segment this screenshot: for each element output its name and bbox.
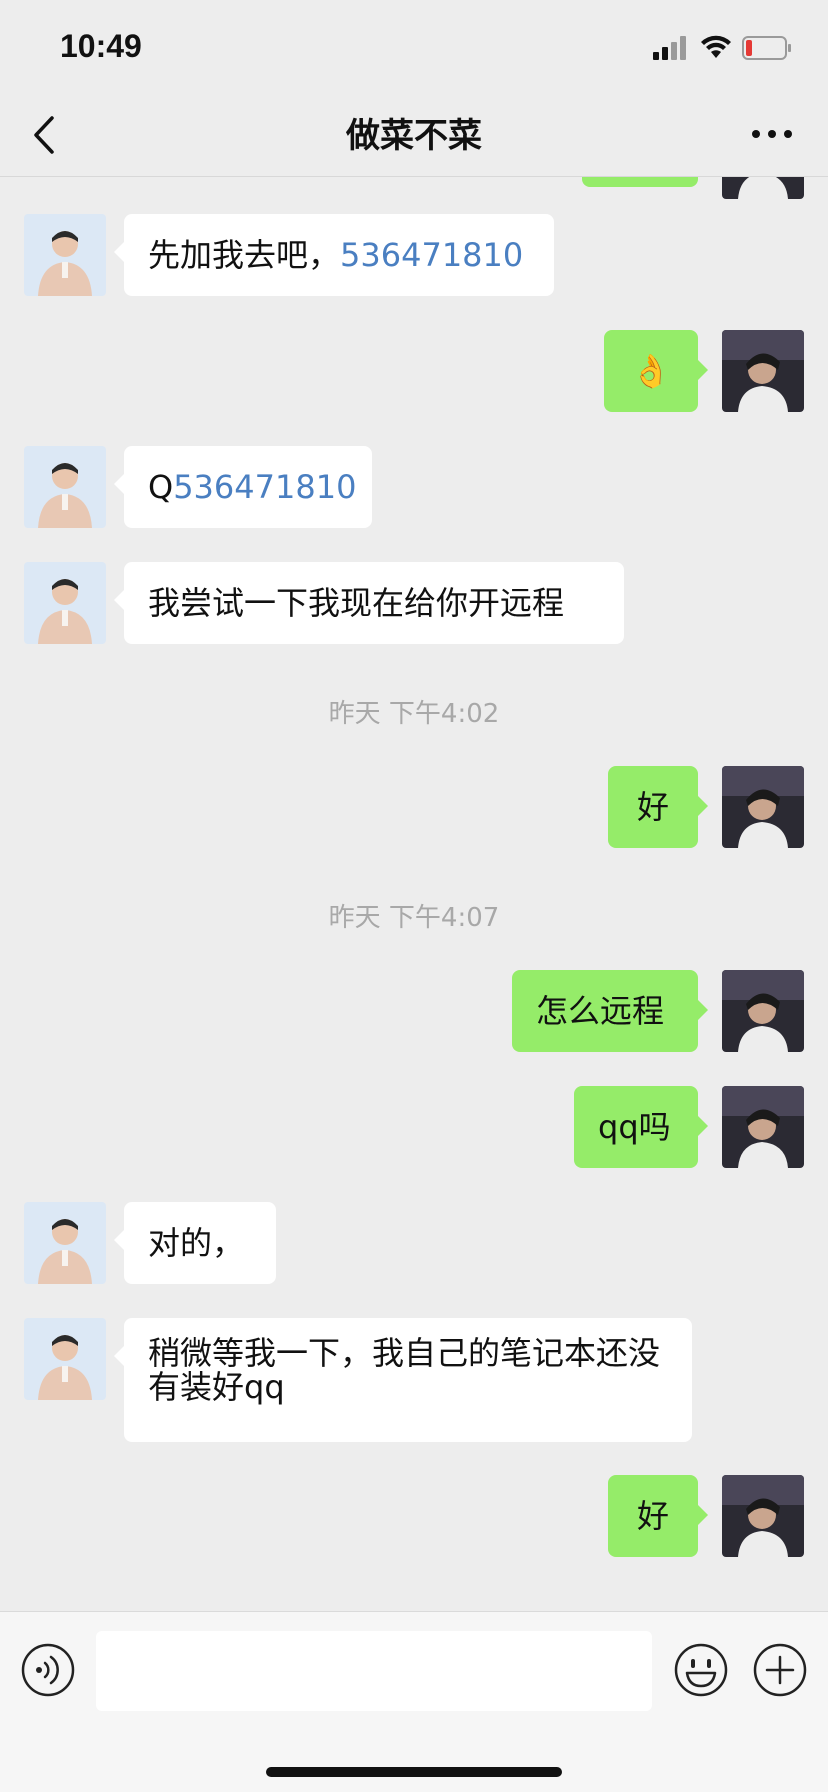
battery-icon [742, 36, 791, 60]
emoji-icon[interactable] [673, 1642, 729, 1698]
partial-bubble [582, 177, 698, 187]
message-text: 先加我去吧， [148, 236, 341, 274]
avatar[interactable] [24, 446, 106, 528]
message-bubble[interactable]: 怎么远程 [512, 970, 708, 1052]
avatar[interactable] [24, 562, 106, 644]
home-indicator [266, 1767, 562, 1777]
status-bar: 10:49 [0, 0, 828, 94]
message-bubble[interactable]: Q 536471810 [114, 446, 372, 528]
avatar[interactable] [722, 330, 804, 412]
avatar[interactable] [722, 1086, 804, 1168]
plus-icon[interactable] [752, 1642, 808, 1698]
avatar[interactable] [722, 177, 804, 199]
chat-screen: 10:49 做菜不菜 先加我去吧， 536471810 👌 Q 53647181… [0, 0, 828, 1792]
qq-number-link[interactable]: 536471810 [173, 468, 356, 506]
message-bubble[interactable]: 对的， [114, 1202, 276, 1284]
avatar[interactable] [24, 214, 106, 296]
message-bubble[interactable]: 好 [608, 766, 708, 848]
avatar[interactable] [722, 766, 804, 848]
timestamp: 昨天 下午4:07 [328, 903, 500, 933]
input-bar [0, 1611, 828, 1792]
message-text: 👌 [631, 352, 671, 390]
signal-icon [653, 36, 686, 60]
message-bubble[interactable]: 我尝试一下我现在给你开远程 [114, 562, 624, 644]
message-text: 怎么远程 [536, 992, 665, 1030]
message-text: 稍微等我一下，我自己的笔记本还没有装好qq [148, 1334, 661, 1406]
voice-icon[interactable] [20, 1642, 76, 1698]
message-bubble[interactable]: qq吗 [574, 1086, 708, 1168]
message-bubble[interactable]: 👌 [604, 330, 708, 412]
message-bubble[interactable]: 好 [608, 1475, 708, 1557]
message-list: 先加我去吧， 536471810 👌 Q 536471810 我尝试一下我现在给… [0, 177, 828, 1610]
message-text: 对的， [148, 1224, 245, 1262]
avatar[interactable] [24, 1202, 106, 1284]
message-text: Q [148, 468, 174, 506]
message-text: 好 [636, 788, 669, 826]
message-text: 好 [636, 1497, 669, 1535]
message-bubble[interactable]: 先加我去吧， 536471810 [114, 214, 554, 296]
status-time: 10:49 [60, 28, 142, 64]
more-icon[interactable] [750, 124, 794, 144]
avatar[interactable] [24, 1318, 106, 1400]
message-bubble[interactable]: 稍微等我一下，我自己的笔记本还没有装好qq [114, 1318, 692, 1442]
message-input[interactable] [96, 1631, 652, 1711]
wifi-icon [701, 35, 731, 58]
timestamp: 昨天 下午4:02 [328, 699, 500, 729]
chat-title: 做菜不菜 [346, 116, 482, 156]
avatar[interactable] [722, 970, 804, 1052]
message-text: qq吗 [598, 1108, 671, 1146]
qq-number-link[interactable]: 536471810 [340, 236, 523, 274]
nav-bar: 做菜不菜 [0, 94, 828, 177]
avatar[interactable] [722, 1475, 804, 1557]
message-text: 我尝试一下我现在给你开远程 [148, 584, 565, 622]
